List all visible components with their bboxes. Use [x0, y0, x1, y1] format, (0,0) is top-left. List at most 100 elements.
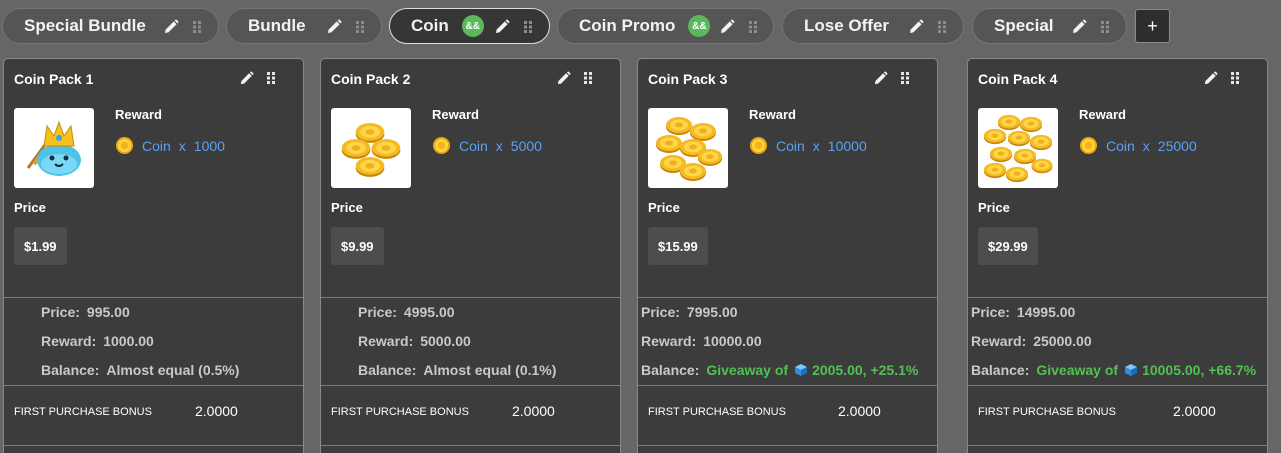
price-heading: Price: [978, 200, 1010, 215]
stat-value: Almost equal (0.1%): [423, 362, 557, 378]
bonus-label: FIRST PURCHASE BONUS: [648, 406, 786, 418]
balance-giveaway: Giveaway of 2005.00, +25.1%: [706, 362, 918, 378]
giveaway-label: Giveaway of: [706, 362, 789, 378]
divider: [968, 385, 1267, 386]
price-button[interactable]: $15.99: [648, 227, 708, 265]
drag-handle-icon[interactable]: [900, 71, 910, 85]
offer-card: Coin Pack 4 Reward Coin x 25000 Price $2…: [967, 58, 1268, 453]
pencil-icon[interactable]: [1203, 71, 1218, 86]
drag-handle-icon[interactable]: [937, 20, 947, 34]
drag-handle-icon[interactable]: [748, 20, 758, 34]
coin-icon: [432, 136, 451, 155]
offer-card: Coin Pack 1 Reward Coin x 1000 Price $1.…: [3, 58, 304, 453]
pencil-icon[interactable]: [239, 71, 254, 86]
price-heading: Price: [648, 200, 680, 215]
stat-reward: Reward: 5000.00: [358, 333, 471, 349]
pencil-icon[interactable]: [326, 19, 342, 35]
stat-price: Price: 7995.00: [641, 304, 738, 320]
stat-balance: Balance: Giveaway of 2005.00, +25.1%: [641, 362, 918, 378]
offer-image: [978, 108, 1058, 188]
add-tab-button[interactable]: +: [1135, 9, 1170, 43]
bonus-label: FIRST PURCHASE BONUS: [14, 406, 152, 418]
stat-label: Price:: [358, 304, 397, 320]
reward-multiplier: x: [1142, 137, 1150, 154]
stat-value: 2005.00, +25.1%: [812, 362, 919, 378]
price-heading: Price: [331, 200, 363, 215]
stat-reward: Reward: 1000.00: [41, 333, 154, 349]
pencil-icon[interactable]: [873, 71, 888, 86]
offer-card: Coin Pack 2 Reward Coin x 5000 Price $9.…: [320, 58, 621, 453]
tab-label: Bundle: [248, 16, 306, 35]
stat-label: Reward:: [358, 333, 414, 349]
offer-image: [648, 108, 728, 188]
stat-label: Balance:: [971, 362, 1030, 378]
reward-quantity: 5000: [510, 137, 542, 154]
price-button[interactable]: $29.99: [978, 227, 1038, 265]
reward-heading: Reward: [115, 107, 162, 122]
price-button[interactable]: $9.99: [331, 227, 384, 265]
stat-label: Price:: [971, 304, 1010, 320]
stat-label: Balance:: [641, 362, 700, 378]
drag-handle-icon[interactable]: [192, 20, 202, 34]
drag-handle-icon[interactable]: [583, 71, 593, 85]
pencil-icon[interactable]: [1071, 19, 1087, 35]
reward-multiplier: x: [812, 137, 820, 154]
stat-label: Reward:: [971, 333, 1027, 349]
stat-value: 4995.00: [403, 304, 455, 320]
tab-bundle[interactable]: Bundle: [226, 8, 382, 44]
stat-value: 5000.00: [420, 333, 471, 349]
reward-item: Coin: [776, 137, 805, 154]
stat-value: 1000.00: [103, 333, 154, 349]
card-title: Coin Pack 4: [978, 71, 1058, 87]
reward-line[interactable]: Coin x 10000: [749, 136, 875, 155]
stat-balance: Balance: Almost equal (0.5%): [41, 362, 239, 378]
stat-price: Price: 995.00: [41, 304, 130, 320]
bonus-label: FIRST PURCHASE BONUS: [978, 406, 1116, 418]
offer-image: [14, 108, 94, 188]
drag-handle-icon[interactable]: [1230, 71, 1240, 85]
reward-quantity: 25000: [1157, 137, 1197, 154]
reward-multiplier: x: [178, 137, 186, 154]
bonus-value[interactable]: 2.0000: [1173, 403, 1216, 419]
tab-special-bundle[interactable]: Special Bundle: [2, 8, 219, 44]
tab-coin-promo[interactable]: Coin Promo &&: [557, 8, 774, 44]
reward-heading: Reward: [1079, 107, 1126, 122]
bonus-label: FIRST PURCHASE BONUS: [331, 406, 469, 418]
bonus-value[interactable]: 2.0000: [195, 403, 238, 419]
stat-balance: Balance: Almost equal (0.1%): [358, 362, 556, 378]
bonus-value[interactable]: 2.0000: [838, 403, 881, 419]
reward-line[interactable]: Coin x 1000: [115, 136, 233, 155]
pencil-icon[interactable]: [908, 19, 924, 35]
stat-label: Balance:: [358, 362, 417, 378]
bonus-value[interactable]: 2.0000: [512, 403, 555, 419]
divider: [321, 445, 620, 446]
pencil-icon[interactable]: [494, 19, 510, 35]
drag-handle-icon[interactable]: [266, 71, 276, 85]
card-title: Coin Pack 3: [648, 71, 728, 87]
reward-line[interactable]: Coin x 25000: [1079, 136, 1205, 155]
reward-line[interactable]: Coin x 5000: [432, 136, 550, 155]
coin-icon: [1079, 136, 1098, 155]
drag-handle-icon[interactable]: [355, 20, 365, 34]
stat-label: Price:: [641, 304, 680, 320]
divider: [4, 445, 303, 446]
stat-value: 10000.00: [703, 333, 762, 349]
pencil-icon[interactable]: [163, 19, 179, 35]
stat-value: Almost equal (0.5%): [106, 362, 240, 378]
divider: [321, 297, 620, 298]
drag-handle-icon[interactable]: [523, 20, 533, 34]
reward-item: Coin: [1106, 137, 1135, 154]
tab-coin[interactable]: Coin &&: [389, 8, 550, 44]
coin-icon: [749, 136, 768, 155]
tab-lose-offer[interactable]: Lose Offer: [782, 8, 964, 44]
cube-icon: [1124, 363, 1138, 377]
pencil-icon[interactable]: [719, 19, 735, 35]
tab-special[interactable]: Special: [972, 8, 1127, 44]
drag-handle-icon[interactable]: [1100, 20, 1110, 34]
divider: [321, 385, 620, 386]
divider: [4, 297, 303, 298]
pencil-icon[interactable]: [556, 71, 571, 86]
reward-quantity: 10000: [827, 137, 867, 154]
reward-item: Coin: [459, 137, 488, 154]
price-button[interactable]: $1.99: [14, 227, 67, 265]
